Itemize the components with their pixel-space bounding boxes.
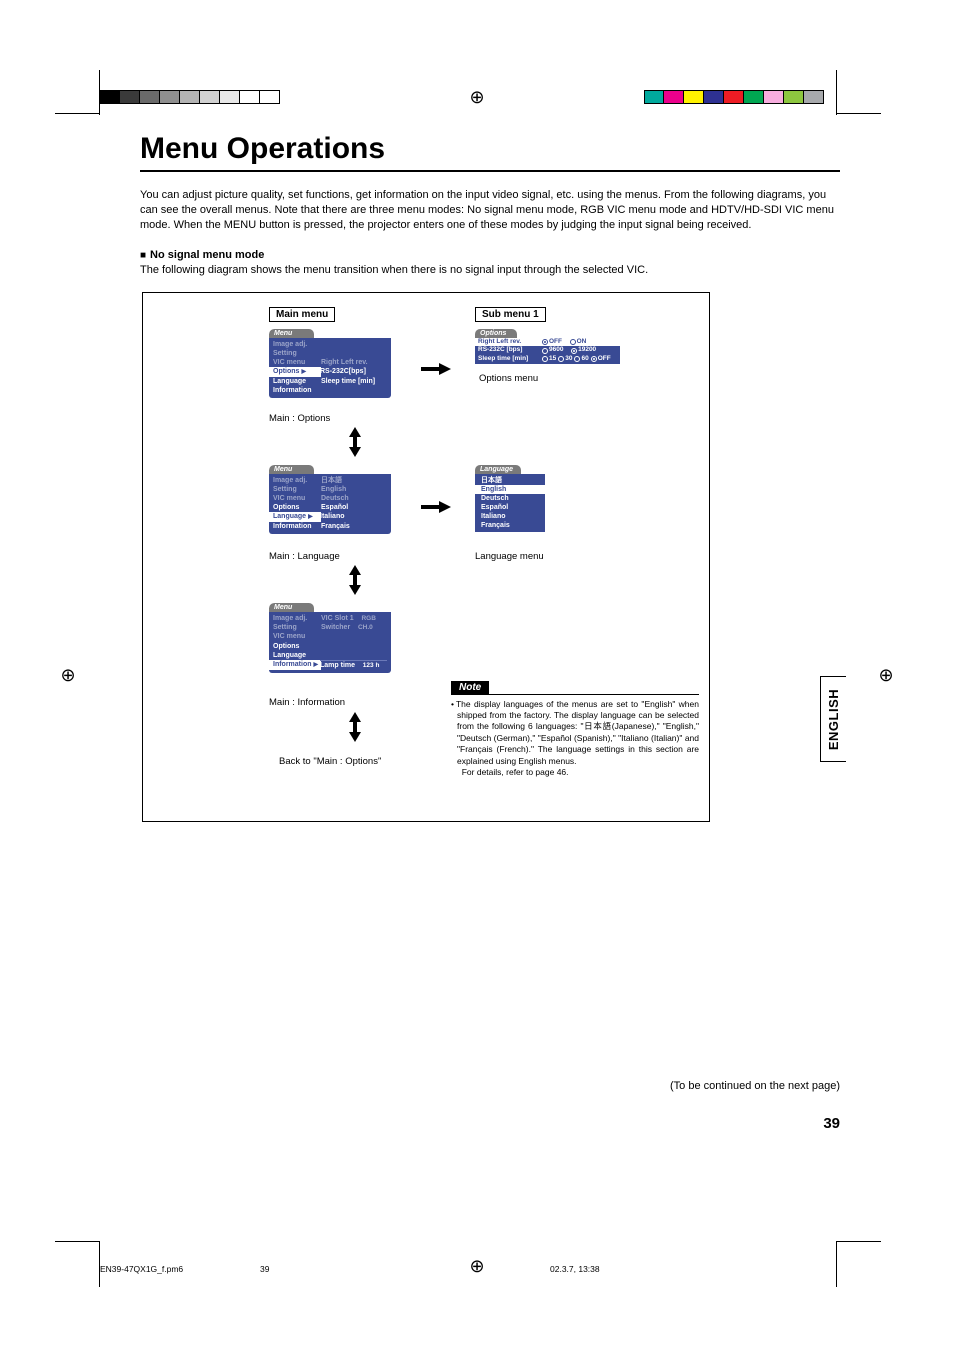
arrow-updown-icon xyxy=(349,428,361,456)
arrow-updown-icon xyxy=(349,566,361,594)
continued-text: (To be continued on the next page) xyxy=(670,1080,840,1092)
caption-back: Back to "Main : Options" xyxy=(279,756,381,767)
crop-mark xyxy=(836,1242,837,1287)
intro-paragraph: You can adjust picture quality, set func… xyxy=(140,188,840,233)
menu-tab: Menu xyxy=(269,603,314,612)
language-submenu-panel: Language 日本語 English Deutsch Español Ita… xyxy=(475,465,545,533)
options-submenu-panel: Options Right Left rev.OFF ON RS-232C [b… xyxy=(475,329,620,364)
column-label-main: Main menu xyxy=(269,307,335,322)
main-language-panel: Menu Image adj.日本語 SettingEnglish VIC me… xyxy=(269,465,391,534)
note-text: •The display languages of the menus are … xyxy=(451,699,699,779)
menu-tab: Menu xyxy=(269,465,314,474)
colorbar-left xyxy=(100,90,280,104)
page-title: Menu Operations xyxy=(140,130,840,172)
crop-mark xyxy=(836,1241,881,1242)
arrow-updown-icon xyxy=(349,713,361,741)
section-heading: ■No signal menu mode xyxy=(140,249,840,261)
registration-mark-icon: ⊕ xyxy=(467,88,487,108)
options-tab: Options xyxy=(475,329,517,338)
crop-mark xyxy=(55,1241,100,1242)
language-tab: Language xyxy=(475,465,521,474)
menu-diagram: Main menu Sub menu 1 Menu Image adj. Set… xyxy=(142,292,710,822)
caption-options-menu: Options menu xyxy=(479,373,538,384)
note-box: Note •The display languages of the menus… xyxy=(451,681,699,779)
section-description: The following diagram shows the menu tra… xyxy=(140,264,840,276)
main-information-panel: Menu Image adj.VIC Slot 1 RGB SettingSwi… xyxy=(269,603,391,674)
page-number: 39 xyxy=(823,1115,840,1132)
crop-mark xyxy=(836,113,881,114)
note-label: Note xyxy=(451,681,489,694)
caption-main-options: Main : Options xyxy=(269,413,330,424)
arrow-right-icon xyxy=(421,501,451,513)
main-options-panel: Menu Image adj. Setting VIC menuRight Le… xyxy=(269,329,391,398)
print-footer: EN39-47QX1G_f.pm6 39 02.3.7, 13:38 xyxy=(100,1264,836,1274)
menu-tab: Menu xyxy=(269,329,314,338)
crop-mark xyxy=(99,70,100,115)
column-label-sub1: Sub menu 1 xyxy=(475,307,546,322)
arrow-right-icon xyxy=(421,363,451,375)
colorbar-right xyxy=(644,90,824,104)
registration-mark-icon: ⊕ xyxy=(58,666,78,686)
registration-mark-icon: ⊕ xyxy=(876,666,896,686)
crop-mark xyxy=(836,70,837,115)
crop-mark xyxy=(55,113,100,114)
caption-main-language: Main : Language xyxy=(269,551,340,562)
caption-main-information: Main : Information xyxy=(269,697,345,708)
caption-language-menu: Language menu xyxy=(475,551,544,562)
